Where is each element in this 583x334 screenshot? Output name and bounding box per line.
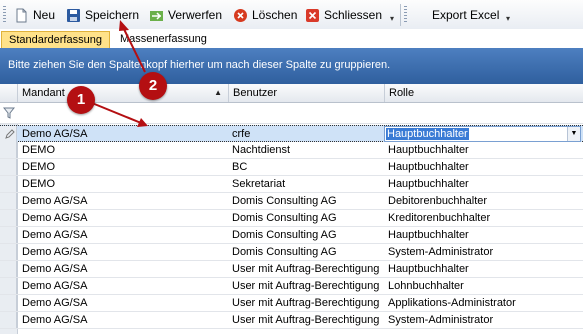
annotation-marker-1: 1 bbox=[67, 86, 95, 114]
annotation-arrow-1 bbox=[91, 102, 147, 126]
annotation-marker-2: 2 bbox=[139, 72, 167, 100]
annotation-arrows bbox=[91, 20, 148, 127]
annotation-arrowhead-2 bbox=[119, 20, 129, 31]
